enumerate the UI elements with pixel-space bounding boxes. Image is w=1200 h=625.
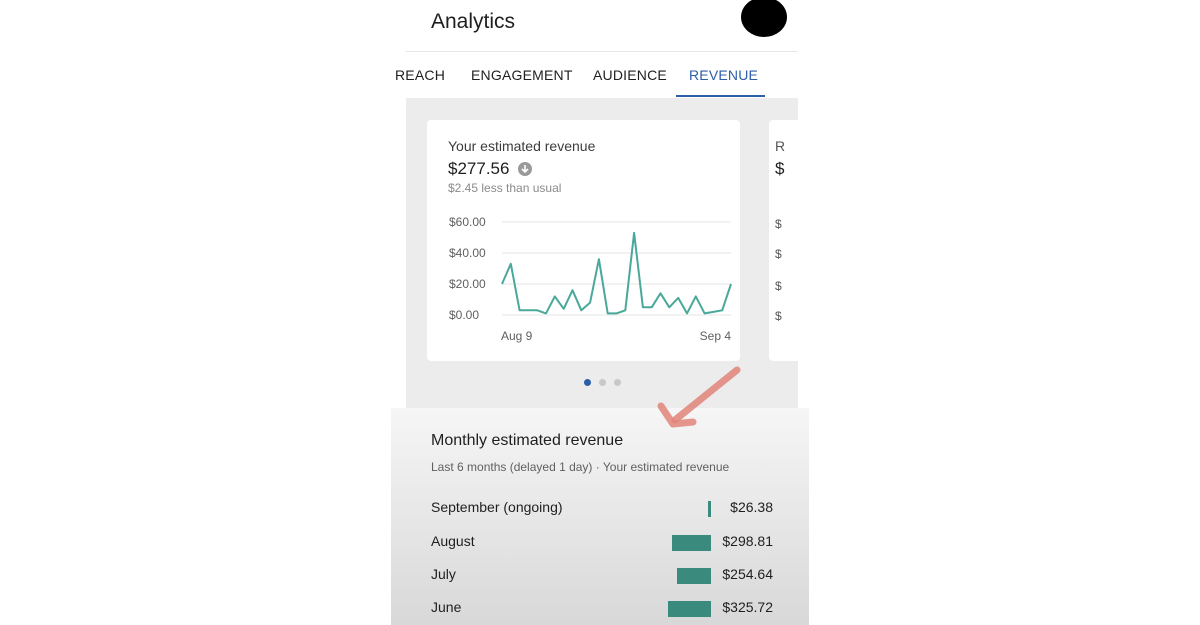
section-title: Monthly estimated revenue [431,432,624,449]
month-label: September (ongoing) [431,499,563,515]
month-row[interactable]: June $325.72 [391,593,809,623]
month-bar [671,535,711,551]
peek-tick: $ [775,217,782,231]
analytics-screen: Analytics REACH ENGAGEMENT AUDIENCE REVE… [391,0,809,625]
month-label: June [431,599,462,615]
peek-tick: $ [775,279,782,293]
month-label: August [431,533,475,549]
estimated-revenue-card[interactable]: Your estimated revenue $277.56 $2.45 les… [427,120,740,361]
month-value: $254.64 [722,566,773,582]
revenue-series-line [501,231,732,315]
annotation-arrow-icon [657,366,741,428]
revenue-line-chart: $60.00 $40.00 $20.00 $0.00 Aug 9 Sep 4 [449,215,732,343]
tab-bar: REACH ENGAGEMENT AUDIENCE REVENUE [391,52,809,98]
month-row[interactable]: September (ongoing) $26.38 [391,493,809,523]
tab-engagement[interactable]: ENGAGEMENT [471,67,573,83]
tab-audience[interactable]: AUDIENCE [593,67,667,83]
peek-value: $ [775,159,785,178]
pager-dot[interactable] [599,379,606,386]
peek-title: R [775,138,786,154]
tab-reach[interactable]: REACH [395,67,445,83]
y-tick-label: $20.00 [449,277,486,291]
month-value: $325.72 [722,599,773,615]
pager-dot[interactable] [584,379,591,386]
x-tick-label: Sep 4 [700,329,732,343]
month-value: $298.81 [722,533,773,549]
month-row[interactable]: July $254.64 [391,560,809,590]
peek-tick: $ [775,309,782,323]
month-row[interactable]: August $298.81 [391,527,809,557]
month-label: July [431,566,456,582]
page-title: Analytics [431,10,516,33]
month-bar [677,568,711,584]
month-bar [707,501,711,517]
y-tick-label: $60.00 [449,215,486,229]
x-tick-label: Aug 9 [501,329,533,343]
monthly-revenue-section: Monthly estimated revenue Last 6 months … [391,408,809,625]
pager-dot[interactable] [614,379,621,386]
month-bar [668,601,711,617]
tab-revenue[interactable]: REVENUE [689,67,758,83]
y-tick-label: $40.00 [449,246,486,260]
y-tick-label: $0.00 [449,308,479,322]
section-subtitle: Last 6 months (delayed 1 day) · Your est… [431,460,730,474]
avatar[interactable] [741,0,787,37]
next-card-peek[interactable]: R $ $ $ $ $ [769,120,809,361]
month-value: $26.38 [730,499,773,515]
peek-tick: $ [775,247,782,261]
active-tab-indicator [676,95,765,97]
app-header: Analytics [391,0,809,52]
